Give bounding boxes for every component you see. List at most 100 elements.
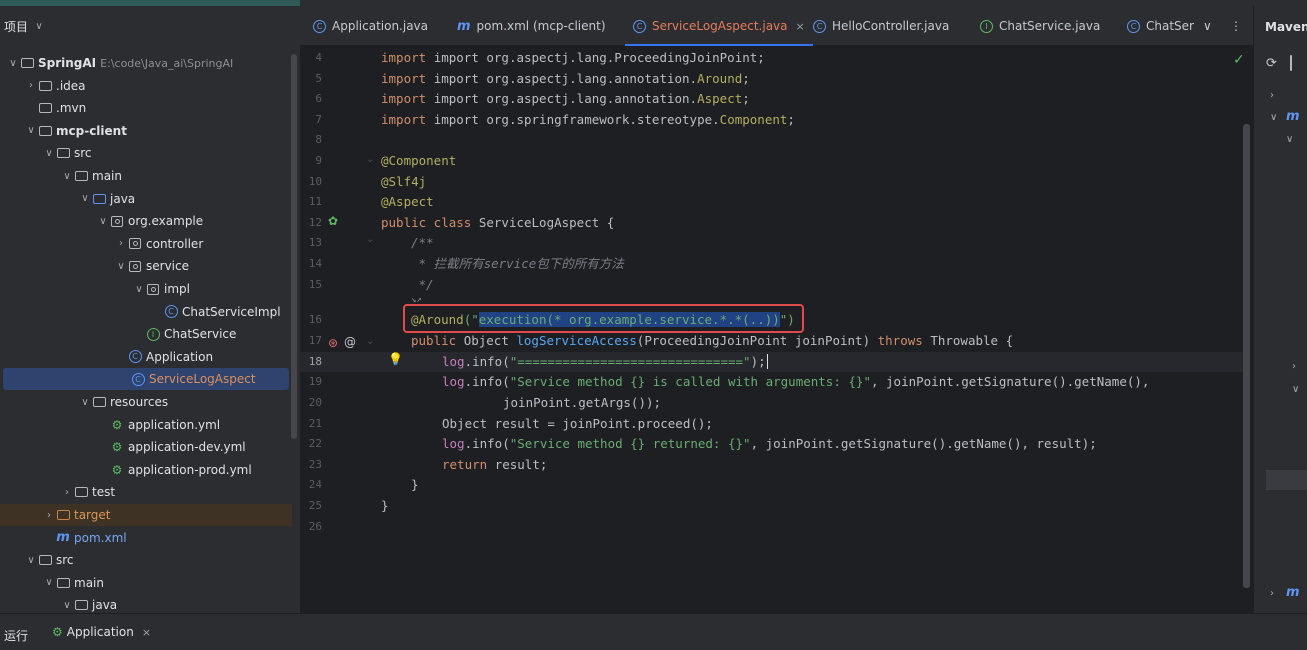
tree-item-src[interactable]: ∨ src [0,142,292,164]
tab-label: ChatService.java [999,19,1101,33]
tab-application-java[interactable]: C Application.java [313,6,428,46]
close-icon[interactable]: × [796,20,805,33]
chevron-down-icon[interactable]: ∨ [60,171,74,182]
run-tab-application[interactable]: ⚙ Application × [52,625,151,639]
project-panel-title[interactable]: 项目 [4,18,28,35]
package-icon [146,282,160,296]
code-line-14: * 拦截所有service包下的所有方法 [411,256,624,271]
tree-item-main[interactable]: ∨ main [0,572,292,594]
tab-chat-service[interactable]: I ChatService.java [980,6,1100,46]
chevron-down-icon[interactable]: ∨ [42,148,56,159]
project-panel-header[interactable]: 项目 ∨ [0,6,300,46]
tree-item-resources[interactable]: ∨ resources [0,391,292,413]
tree-item-label: .mvn [56,101,87,116]
tree-item-java[interactable]: ∨ java [0,188,292,210]
lightbulb-icon[interactable]: 💡 [388,352,403,366]
maven-icon[interactable]: m [1286,585,1300,600]
chevron-down-icon[interactable]: ∨ [132,284,146,295]
fold-icon[interactable]: ⌄ [366,154,374,165]
tree-item-service[interactable]: ∨ service [0,255,292,277]
more-vertical-icon[interactable]: ⋮ [1230,19,1242,33]
tab-list-button[interactable]: ∨ [1203,6,1212,46]
fold-icon[interactable]: ⌄ [366,234,374,245]
tab-pom-xml[interactable]: m pom.xml (mcp-client) [457,6,606,46]
chevron-right-icon[interactable]: › [42,510,56,521]
tree-item-springai[interactable]: ∨ SpringAI E:\code\Java_ai\SpringAI [0,52,292,74]
tree-item-chatserviceimpl[interactable]: C ChatServiceImpl [0,301,292,323]
chevron-right-icon[interactable]: › [114,238,128,249]
tree-item-main[interactable]: ∨ main [0,165,292,187]
fold-icon[interactable]: ⌄ [366,336,374,347]
tab-more-button[interactable]: ⋮ [1230,6,1242,46]
run-label[interactable]: 运行 [4,627,28,644]
check-icon[interactable]: ✓ [1233,52,1245,68]
chevron-down-icon[interactable]: ∨ [1286,134,1293,145]
aop-advice-icon[interactable]: ⊛ [328,336,338,350]
tree-item-test[interactable]: › test [0,481,292,503]
line-number: 8 [315,133,322,147]
run-tab-label: Application [66,625,134,639]
tree-item--mvn[interactable]: .mvn [0,97,292,119]
chevron-down-icon[interactable]: ∨ [24,555,38,566]
source-folder-icon [92,192,106,206]
chevron-right-icon[interactable]: › [1270,90,1274,101]
tree-item-src[interactable]: ∨ src [0,549,292,571]
editor-scrollbar[interactable] [1243,124,1250,588]
folder-icon[interactable] [1290,55,1292,71]
tree-item-application-dev-yml[interactable]: ⚙ application-dev.yml [0,436,292,458]
chevron-down-icon[interactable]: ∨ [32,21,46,32]
chevron-down-icon[interactable]: ∨ [78,193,92,204]
tree-item-impl[interactable]: ∨ impl [0,278,292,300]
at-marker-icon[interactable]: @ [344,335,356,349]
chevron-down-icon[interactable]: ∨ [24,125,38,136]
tree-item-controller[interactable]: › controller [0,233,292,255]
project-scrollbar[interactable] [291,54,297,439]
tree-item-application-prod-yml[interactable]: ⚙ application-prod.yml [0,459,292,481]
line-number: 13 [308,236,322,250]
line-number: 19 [308,375,322,389]
tree-item-servicelogaspect[interactable]: C ServiceLogAspect [3,368,289,391]
chevron-right-icon[interactable]: › [1292,361,1296,372]
maven-icon: m [457,18,471,34]
chevron-down-icon[interactable]: ∨ [1292,384,1299,395]
spring-bean-icon[interactable]: ✿ [328,214,338,228]
code-line-12: public class ServiceLogAspect { [381,213,614,234]
tab-hello-controller[interactable]: C HelloController.java [813,6,949,46]
tree-item-application-yml[interactable]: ⚙ application.yml [0,414,292,436]
code-line-17: public Object logServiceAccess(Proceedin… [411,331,1013,352]
chevron-right-icon[interactable]: › [24,80,38,91]
chevron-down-icon[interactable]: ∨ [1270,112,1277,123]
tab-label: ServiceLogAspect.java [652,19,788,33]
chevron-down-icon[interactable]: ∨ [78,397,92,408]
tree-item-application[interactable]: C Application [0,346,292,368]
chevron-down-icon[interactable]: ∨ [42,577,56,588]
chevron-down-icon[interactable]: ∨ [114,261,128,272]
refresh-icon[interactable]: ⟳ [1266,56,1277,71]
tab-chat-ser[interactable]: C ChatSer [1127,6,1194,46]
tree-item-target[interactable]: › target [0,504,292,526]
chevron-down-icon[interactable]: ∨ [1203,19,1212,33]
tree-item-chatservice[interactable]: I ChatService [0,323,292,345]
tree-item-label: target [74,508,111,522]
tree-item-pom-xml[interactable]: m pom.xml [0,527,292,549]
tree-item-org-example[interactable]: ∨ org.example [0,210,292,232]
tree-item--idea[interactable]: › .idea [0,75,292,97]
tree-item-label: mcp-client [56,123,127,138]
tree-item-label: controller [146,236,204,251]
text-caret [766,353,768,369]
maven-icon[interactable]: m [1286,109,1300,124]
tree-item-java[interactable]: ∨ java [0,594,292,613]
chevron-right-icon[interactable]: › [1270,588,1274,599]
maven-selected-row[interactable] [1266,470,1307,490]
line-number: 15 [308,277,322,291]
tab-service-log-aspect[interactable]: C ServiceLogAspect.java × [625,6,813,46]
tree-item-mcp-client[interactable]: ∨ mcp-client [0,120,292,142]
tree-item-label: src [74,146,92,161]
code-line-20: joinPoint.getArgs()); [503,395,662,410]
chevron-down-icon[interactable]: ∨ [60,600,74,611]
maven-panel-title[interactable]: Maven [1265,20,1307,34]
chevron-down-icon[interactable]: ∨ [96,216,110,227]
chevron-right-icon[interactable]: › [60,487,74,498]
chevron-down-icon[interactable]: ∨ [6,58,20,69]
close-icon[interactable]: × [142,626,151,639]
